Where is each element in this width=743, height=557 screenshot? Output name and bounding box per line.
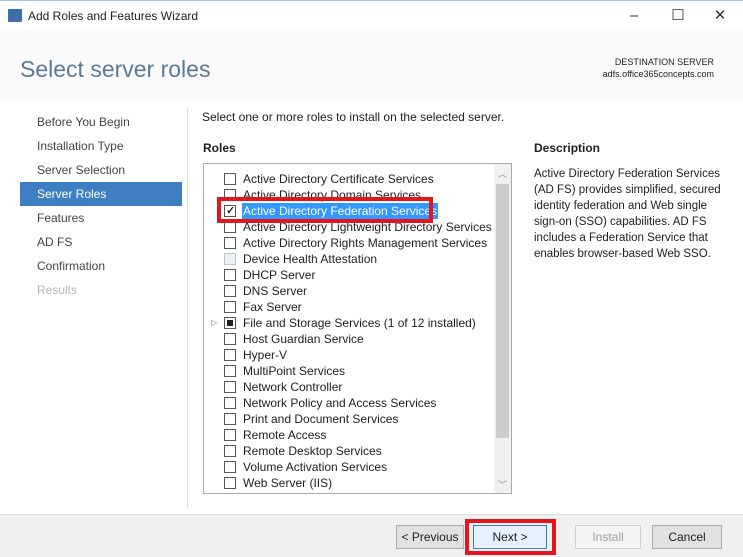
destination-server-label: DESTINATION SERVER [614,57,714,67]
role-checkbox[interactable] [224,461,236,473]
role-label: Hyper-V [243,348,288,362]
role-item[interactable]: ▷ File and Storage Services (1 of 12 inst… [204,315,494,331]
role-item[interactable]: Print and Document Services [204,411,494,427]
partial-check-icon [227,320,233,326]
role-checkbox[interactable] [224,269,236,281]
role-item[interactable]: DNS Server [204,283,494,299]
role-label: Print and Document Services [243,412,399,426]
divider [187,108,188,508]
annotation-highlight-next [465,519,556,555]
roles-heading: Roles [203,141,236,155]
role-label: Network Controller [243,380,343,394]
role-item[interactable]: Remote Desktop Services [204,443,494,459]
role-label: Remote Desktop Services [243,444,382,458]
role-item[interactable]: Hyper-V [204,347,494,363]
role-checkbox[interactable] [224,397,236,409]
role-item[interactable]: Remote Access [204,427,494,443]
role-item[interactable]: Volume Activation Services [204,459,494,475]
role-checkbox[interactable] [224,349,236,361]
role-label: Host Guardian Service [243,332,364,346]
role-checkbox[interactable] [224,413,236,425]
destination-server-name: adfs.office365concepts.com [602,69,714,79]
nav-item-confirmation[interactable]: Confirmation [20,254,182,278]
minimize-button[interactable]: – [619,5,649,27]
role-label: Remote Access [243,428,327,442]
role-item[interactable]: Active Directory Certificate Services [204,171,494,187]
nav-item-features[interactable]: Features [20,206,182,230]
role-description: Active Directory Federation Services (AD… [534,168,721,260]
maximize-button[interactable]: ☐ [663,5,693,27]
nav-item-server-roles[interactable]: Server Roles [20,182,182,206]
role-item[interactable]: DHCP Server [204,267,494,283]
nav-item-server-selection[interactable]: Server Selection [20,158,182,182]
role-label: MultiPoint Services [243,364,346,378]
close-button[interactable]: ✕ [705,5,735,27]
instruction-text: Select one or more roles to install on t… [202,110,505,124]
nav-item-ad-fs[interactable]: AD FS [20,230,182,254]
role-item[interactable]: Device Health Attestation [204,251,494,267]
role-label: Web Server (IIS) [243,476,333,490]
scroll-down-icon[interactable]: ﹀ [494,478,511,491]
role-checkbox[interactable] [224,381,236,393]
role-item[interactable]: MultiPoint Services [204,363,494,379]
role-item[interactable]: Host Guardian Service [204,331,494,347]
role-checkbox[interactable] [224,429,236,441]
scroll-up-icon[interactable]: ︿ [494,167,511,180]
role-item[interactable]: Network Policy and Access Services [204,395,494,411]
description-heading: Description [534,141,601,155]
cancel-button[interactable]: Cancel [652,525,722,549]
role-label: File and Storage Services (1 of 12 insta… [243,316,476,330]
role-checkbox[interactable] [224,173,236,185]
role-checkbox[interactable] [224,365,236,377]
role-item[interactable]: Fax Server [204,299,494,315]
role-label: Volume Activation Services [243,460,388,474]
role-label: Fax Server [243,300,302,314]
role-checkbox[interactable] [224,317,236,329]
role-item[interactable]: Network Controller [204,379,494,395]
nav-item-installation-type[interactable]: Installation Type [20,134,182,158]
role-checkbox[interactable] [224,445,236,457]
role-label: Network Policy and Access Services [243,396,437,410]
annotation-highlight-adfs [217,197,433,223]
role-checkbox[interactable] [224,333,236,345]
role-checkbox[interactable] [224,477,236,489]
previous-button[interactable]: < Previous [396,525,464,549]
expand-arrow-icon[interactable]: ▷ [211,315,217,331]
role-checkbox[interactable] [224,237,236,249]
title-bar: Add Roles and Features Wizard – ☐ ✕ [0,0,743,30]
role-label: Active Directory Certificate Services [243,172,434,186]
role-item[interactable]: Active Directory Rights Management Servi… [204,235,494,251]
role-label: Active Directory Rights Management Servi… [243,236,488,250]
role-label: DNS Server [243,284,308,298]
window-title: Add Roles and Features Wizard [28,9,199,23]
role-checkbox[interactable] [224,285,236,297]
install-button: Install [575,525,641,549]
page-title: Select server roles [20,56,211,82]
role-label: Device Health Attestation [243,252,378,266]
nav-item-before-you-begin[interactable]: Before You Begin [20,110,182,134]
role-checkbox [224,253,236,265]
server-manager-icon [8,9,22,22]
nav-item-results: Results [37,283,78,297]
role-checkbox[interactable] [224,301,236,313]
role-item[interactable]: Web Server (IIS) [204,475,494,491]
role-label: DHCP Server [243,268,316,282]
scrollbar-thumb[interactable] [496,184,509,438]
